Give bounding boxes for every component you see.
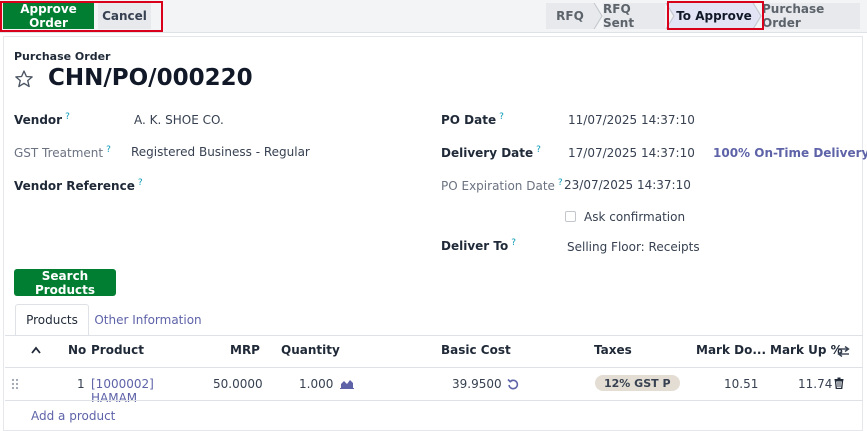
undo-icon[interactable] <box>507 378 519 390</box>
po-expiration-label: PO Expiration Date? <box>441 178 563 193</box>
po-date-field[interactable]: 11/07/2025 14:37:10 <box>568 113 695 127</box>
table-header-divider <box>5 367 863 368</box>
table-row-divider <box>5 400 863 401</box>
help-icon[interactable]: ? <box>558 178 563 188</box>
vendor-reference-label: Vendor Reference? <box>14 178 143 193</box>
ask-confirmation-label: Ask confirmation <box>584 210 686 224</box>
status-step-purchase-order[interactable]: Purchase Order <box>762 2 860 30</box>
control-panel: Approve Order Cancel RFQ RFQ Sent To App… <box>0 0 867 33</box>
tab-other-information[interactable]: Other Information <box>92 304 204 336</box>
status-step-to-approve[interactable]: To Approve <box>675 3 753 29</box>
column-mark-up[interactable]: Mark Up % <box>770 343 843 357</box>
record-name: CHN/PO/000220 <box>48 65 253 91</box>
cell-mark-down[interactable]: 10.51 <box>724 377 758 391</box>
tax-badge[interactable]: 12% GST P <box>595 375 680 391</box>
tab-products[interactable]: Products <box>15 304 89 336</box>
help-icon[interactable]: ? <box>65 112 70 122</box>
record-type-label: Purchase Order <box>14 50 111 63</box>
column-taxes[interactable]: Taxes <box>594 343 632 357</box>
column-product[interactable]: Product <box>91 343 144 357</box>
ask-confirmation-checkbox[interactable] <box>565 211 576 222</box>
star-outline-icon[interactable] <box>14 69 34 89</box>
delivery-date-field[interactable]: 17/07/2025 14:37:10 <box>568 146 695 160</box>
chevron-up-icon[interactable] <box>31 346 41 354</box>
form-sheet: Purchase Order CHN/PO/000220 Vendor? A. … <box>3 36 867 431</box>
status-separator-icon <box>665 3 675 29</box>
drag-handle-icon[interactable] <box>11 378 19 390</box>
status-separator-icon <box>593 3 603 29</box>
search-products-button[interactable]: Search Products <box>14 269 116 297</box>
cancel-button[interactable]: Cancel <box>98 3 151 29</box>
area-chart-icon[interactable] <box>340 378 354 389</box>
status-step-rfq[interactable]: RFQ <box>546 3 594 29</box>
column-mark-down[interactable]: Mark Do... <box>696 343 766 357</box>
column-quantity[interactable]: Quantity <box>281 343 340 357</box>
on-time-delivery-button[interactable]: 100% On-Time Delivery <box>713 146 867 160</box>
optional-columns-icon[interactable] <box>837 346 850 357</box>
vendor-label: Vendor? <box>14 112 70 127</box>
help-icon[interactable]: ? <box>511 238 516 248</box>
vendor-reference-field[interactable] <box>134 178 414 194</box>
cell-mrp[interactable]: 50.0000 <box>213 377 263 391</box>
deliver-to-label: Deliver To? <box>441 238 516 253</box>
gst-treatment-label: GST Treatment? <box>14 145 111 160</box>
tab-divider <box>5 335 863 336</box>
help-icon[interactable]: ? <box>499 112 504 122</box>
po-expiration-field[interactable]: 23/07/2025 14:37:10 <box>564 178 691 192</box>
delivery-date-label: Delivery Date? <box>441 145 541 160</box>
column-no[interactable]: No <box>68 343 86 357</box>
status-step-rfq-sent[interactable]: RFQ Sent <box>603 2 665 30</box>
vendor-field[interactable]: A. K. SHOE CO. <box>134 113 224 127</box>
approve-order-button[interactable]: Approve Order <box>3 2 94 30</box>
help-icon[interactable]: ? <box>106 145 111 155</box>
cell-quantity[interactable]: 1.000 <box>299 377 333 391</box>
status-separator-icon <box>752 3 762 29</box>
trash-icon[interactable] <box>834 377 844 389</box>
column-mrp[interactable]: MRP <box>230 343 260 357</box>
gst-treatment-field[interactable]: Registered Business - Regular <box>131 145 310 159</box>
cell-basic-cost[interactable]: 39.9500 <box>452 377 502 391</box>
column-basic-cost[interactable]: Basic Cost <box>441 343 511 357</box>
deliver-to-field[interactable]: Selling Floor: Receipts <box>567 240 700 254</box>
po-date-label: PO Date? <box>441 112 504 127</box>
add-product-link[interactable]: Add a product <box>31 409 115 423</box>
cell-mark-up[interactable]: 11.74 <box>798 377 832 391</box>
help-icon[interactable]: ? <box>536 145 541 155</box>
cell-no: 1 <box>77 377 85 391</box>
